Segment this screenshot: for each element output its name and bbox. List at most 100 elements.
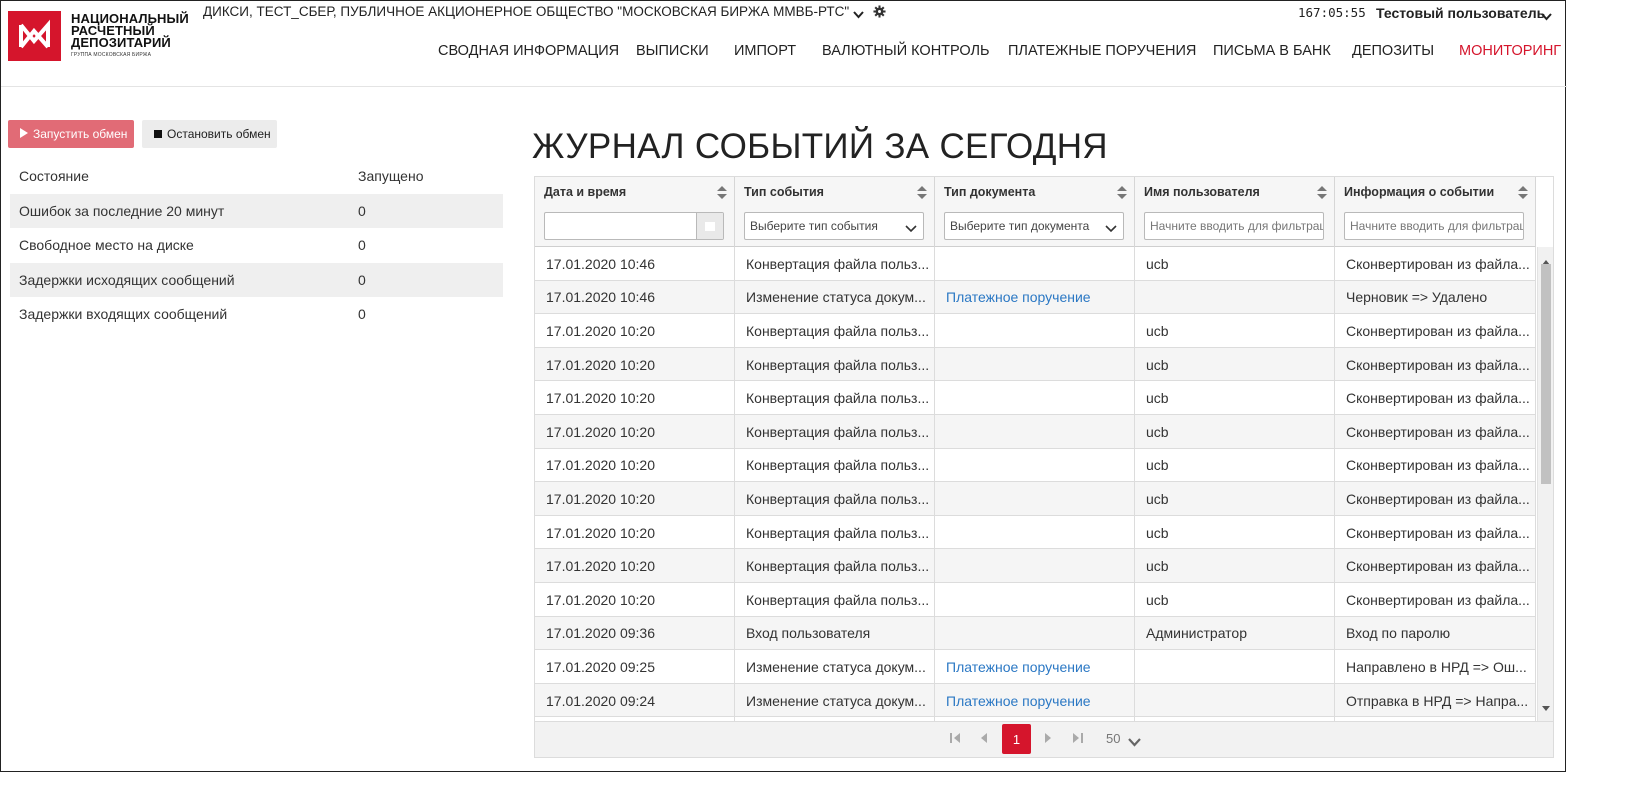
current-page[interactable]: 1 (1002, 724, 1031, 754)
last-page-icon[interactable] (1072, 731, 1084, 750)
nav-deposits[interactable]: ДЕПОЗИТЫ (1352, 43, 1434, 59)
cell-doc-type (935, 347, 1135, 382)
table-row[interactable]: 17.01.2020 10:20 Конвертация файла польз.… (535, 347, 1536, 382)
start-exchange-button[interactable]: Запустить обмен (8, 120, 134, 148)
page-size-select[interactable]: 50 (1106, 731, 1120, 746)
cell-doc-type[interactable]: Платежное поручение (935, 683, 1135, 718)
nav-payment-orders[interactable]: ПЛАТЕЖНЫЕ ПОРУЧЕНИЯ (1008, 43, 1196, 59)
table-row[interactable]: 17.01.2020 10:20 Конвертация файла польз.… (535, 448, 1536, 483)
table-row[interactable]: 17.01.2020 09:25 Изменение статуса докум.… (535, 650, 1536, 684)
cell-event-info: Сконвертирован из файла... (1335, 347, 1536, 382)
chevron-down-icon (1105, 222, 1117, 236)
cell-doc-type (935, 549, 1135, 583)
page-title: ЖУРНАЛ СОБЫТИЙ ЗА СЕГОДНЯ (532, 127, 1108, 166)
cell-event-type: Конвертация файла польз... (735, 247, 935, 281)
grid-body: 17.01.2020 10:46 Конвертация файла польз.… (535, 247, 1536, 721)
table-row[interactable]: 17.01.2020 10:20 Конвертация файла польз.… (535, 314, 1536, 348)
stop-exchange-label: Остановить обмен (167, 127, 271, 141)
sort-icon[interactable] (917, 186, 927, 204)
table-row[interactable]: 17.01.2020 10:20 Конвертация файла польз.… (535, 515, 1536, 550)
event-type-filter-select[interactable]: Выберите тип события (744, 212, 924, 240)
table-row[interactable]: 17.01.2020 10:46 Конвертация файла польз.… (535, 247, 1536, 281)
column-header-doc-type[interactable]: Тип документа Выберите тип документа (935, 177, 1135, 247)
column-header-label: Имя пользователя (1144, 185, 1260, 199)
table-row[interactable]: 17.01.2020 09:36 Вход пользователя Админис… (535, 616, 1536, 651)
logo-icon[interactable] (8, 11, 61, 61)
table-row[interactable]: 17.01.2020 10:20 Конвертация файла польз.… (535, 482, 1536, 516)
cell-user-name: ucb (1135, 247, 1335, 281)
prev-page-icon[interactable] (979, 731, 989, 750)
cell-event-info: Сконвертирован из файла... (1335, 448, 1536, 483)
nav-summary[interactable]: СВОДНАЯ ИНФОРМАЦИЯ (438, 43, 619, 59)
chevron-down-icon[interactable] (1128, 734, 1141, 752)
cell-doc-type[interactable]: Платежное поручение (935, 280, 1135, 315)
nav-statements[interactable]: ВЫПИСКИ (636, 43, 709, 59)
sort-icon[interactable] (717, 186, 727, 204)
status-value: 0 (358, 237, 366, 254)
cell-datetime: 17.01.2020 09:24 (535, 683, 735, 718)
table-row[interactable]: 17.01.2020 10:20 Конвертация файла польз.… (535, 583, 1536, 617)
column-header-user-name[interactable]: Имя пользователя Начните вводить для фил… (1135, 177, 1335, 247)
chevron-down-icon[interactable] (853, 6, 864, 24)
cell-user-name (1135, 280, 1335, 315)
table-row[interactable]: 17.01.2020 10:20 Конвертация файла польз.… (535, 415, 1536, 449)
cell-user-name (1135, 683, 1335, 718)
cell-event-info: Сконвертирован из файла... (1335, 515, 1536, 550)
nav-import[interactable]: ИМПОРТ (734, 43, 796, 59)
status-label: Задержки исходящих сообщений (19, 271, 235, 288)
cell-event-type: Конвертация файла польз... (735, 415, 935, 449)
gear-icon[interactable] (873, 5, 886, 23)
cell-datetime: 17.01.2020 10:20 (535, 314, 735, 348)
sort-icon[interactable] (1317, 186, 1327, 204)
nav-currency-control[interactable]: ВАЛЮТНЫЙ КОНТРОЛЬ (822, 43, 990, 59)
stop-exchange-button[interactable]: Остановить обмен (142, 120, 277, 148)
organization-selector[interactable]: ДИКСИ, ТЕСТ_СБЕР, ПУБЛИЧНОЕ АКЦИОНЕРНОЕ … (203, 4, 849, 19)
logo-line: ДЕПОЗИТАРИЙ (71, 35, 171, 50)
user-filter-input[interactable]: Начните вводить для фильтрации (1144, 212, 1324, 240)
cell-datetime: 17.01.2020 09:36 (535, 616, 735, 651)
logo-text: НАЦИОНАЛЬНЫЙ РАСЧЕТНЫЙ ДЕПОЗИТАРИЙ (71, 12, 189, 50)
grid-scrollbar[interactable] (1537, 247, 1553, 721)
scroll-down-icon[interactable] (1542, 698, 1550, 716)
user-menu[interactable]: Тестовый пользователь (1376, 5, 1545, 21)
info-filter-input[interactable]: Начните вводить для фильтрации (1344, 212, 1524, 240)
status-label: Задержки входящих сообщений (19, 306, 228, 323)
cell-user-name: ucb (1135, 381, 1335, 415)
doc-type-filter-select[interactable]: Выберите тип документа (944, 212, 1124, 240)
cell-datetime: 17.01.2020 10:20 (535, 381, 735, 415)
status-label: Свободное место на диске (19, 237, 194, 254)
status-label: Ошибок за последние 20 минут (19, 202, 225, 219)
cell-event-info: Сконвертирован из файла... (1335, 583, 1536, 617)
cell-event-type: Конвертация файла польз... (735, 381, 935, 415)
status-row: Состояние Запущено (10, 159, 503, 194)
nav-monitoring[interactable]: МОНИТОРИНГ (1459, 43, 1561, 59)
first-page-icon[interactable] (949, 731, 961, 750)
cell-doc-type (935, 247, 1135, 281)
status-row: Ошибок за последние 20 минут 0 (10, 193, 503, 228)
table-row[interactable]: 17.01.2020 10:20 Конвертация файла польз.… (535, 381, 1536, 415)
cell-user-name (1135, 650, 1335, 684)
column-header-datetime[interactable]: Дата и время (535, 177, 735, 247)
column-header-event-type[interactable]: Тип события Выберите тип события (735, 177, 935, 247)
chevron-down-icon[interactable] (1541, 8, 1552, 26)
cell-doc-type[interactable]: Платежное поручение (935, 650, 1135, 684)
event-type-filter-value: Выберите тип события (750, 219, 878, 233)
cell-datetime: 17.01.2020 10:20 (535, 448, 735, 483)
calendar-icon[interactable] (696, 213, 723, 239)
table-row[interactable]: 17.01.2020 10:20 Конвертация файла польз.… (535, 549, 1536, 583)
column-header-label: Тип документа (944, 185, 1036, 199)
cell-datetime: 17.01.2020 10:46 (535, 280, 735, 315)
table-row[interactable]: 17.01.2020 09:24 Изменение статуса докум.… (535, 683, 1536, 718)
next-page-icon[interactable] (1043, 731, 1053, 750)
date-filter-input[interactable] (544, 212, 724, 240)
nav-bank-letters[interactable]: ПИСЬМА В БАНК (1213, 43, 1331, 59)
cell-event-type: Конвертация файла польз... (735, 448, 935, 483)
sort-icon[interactable] (1518, 186, 1528, 204)
scroll-thumb[interactable] (1541, 264, 1551, 484)
cell-event-info: Сконвертирован из файла... (1335, 415, 1536, 449)
cell-datetime: 17.01.2020 10:20 (535, 583, 735, 617)
sort-icon[interactable] (1117, 186, 1127, 204)
column-header-event-info[interactable]: Информация о событии Начните вводить для… (1335, 177, 1536, 247)
table-row[interactable]: 17.01.2020 10:46 Изменение статуса докум.… (535, 280, 1536, 315)
cell-doc-type (935, 515, 1135, 550)
